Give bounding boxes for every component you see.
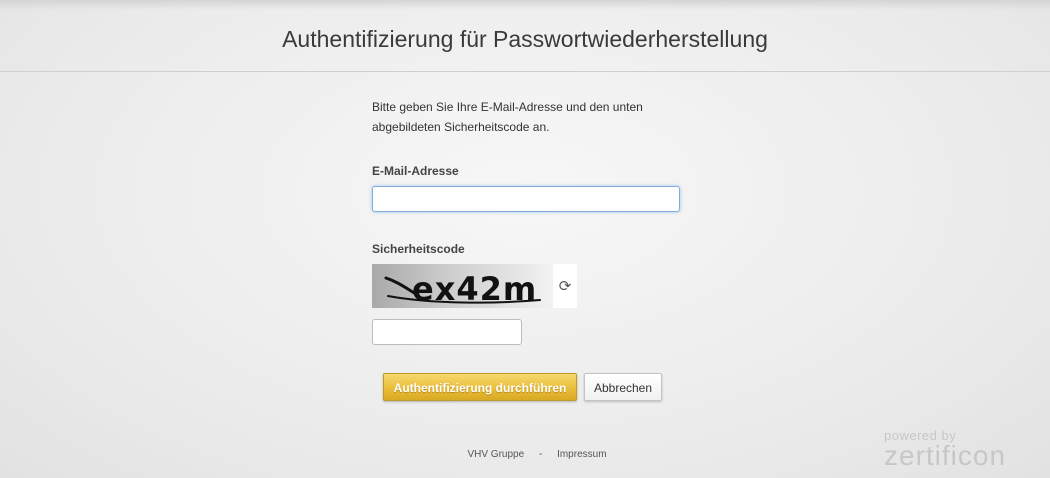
- captcha-graphic: ex42m: [384, 270, 541, 308]
- email-input[interactable]: [372, 186, 680, 212]
- powered-by-logo: powered by zertificon: [884, 428, 1006, 471]
- captcha-input[interactable]: [372, 319, 522, 345]
- footer-link-vhv-gruppe[interactable]: VHV Gruppe: [467, 449, 524, 460]
- captcha-image: ex42m: [372, 264, 553, 308]
- intro-line-1: Bitte geben Sie Ihre E-Mail-Adresse und …: [372, 100, 643, 114]
- page-header: Authentifizierung für Passwortwiederhers…: [0, 0, 1050, 72]
- intro-text: Bitte geben Sie Ihre E-Mail-Adresse und …: [372, 97, 692, 137]
- email-label: E-Mail-Adresse: [372, 164, 459, 178]
- cancel-button[interactable]: Abbrechen: [584, 373, 662, 401]
- captcha-label: Sicherheitscode: [372, 242, 465, 256]
- footer-link-impressum[interactable]: Impressum: [557, 449, 606, 460]
- intro-line-2: abgebildeten Sicherheitscode an.: [372, 120, 550, 134]
- submit-button[interactable]: Authentifizierung durchführen: [383, 373, 577, 401]
- brand-logo: zertificon: [884, 440, 1007, 471]
- footer-separator: -: [538, 449, 543, 460]
- page-title: Authentifizierung für Passwortwiederhers…: [282, 26, 768, 52]
- captcha-text: ex42m: [412, 270, 537, 308]
- refresh-icon: ⟳: [558, 278, 572, 295]
- captcha-refresh-button[interactable]: ⟳: [553, 264, 577, 308]
- password-recovery-form: Bitte geben Sie Ihre E-Mail-Adresse und …: [372, 97, 692, 401]
